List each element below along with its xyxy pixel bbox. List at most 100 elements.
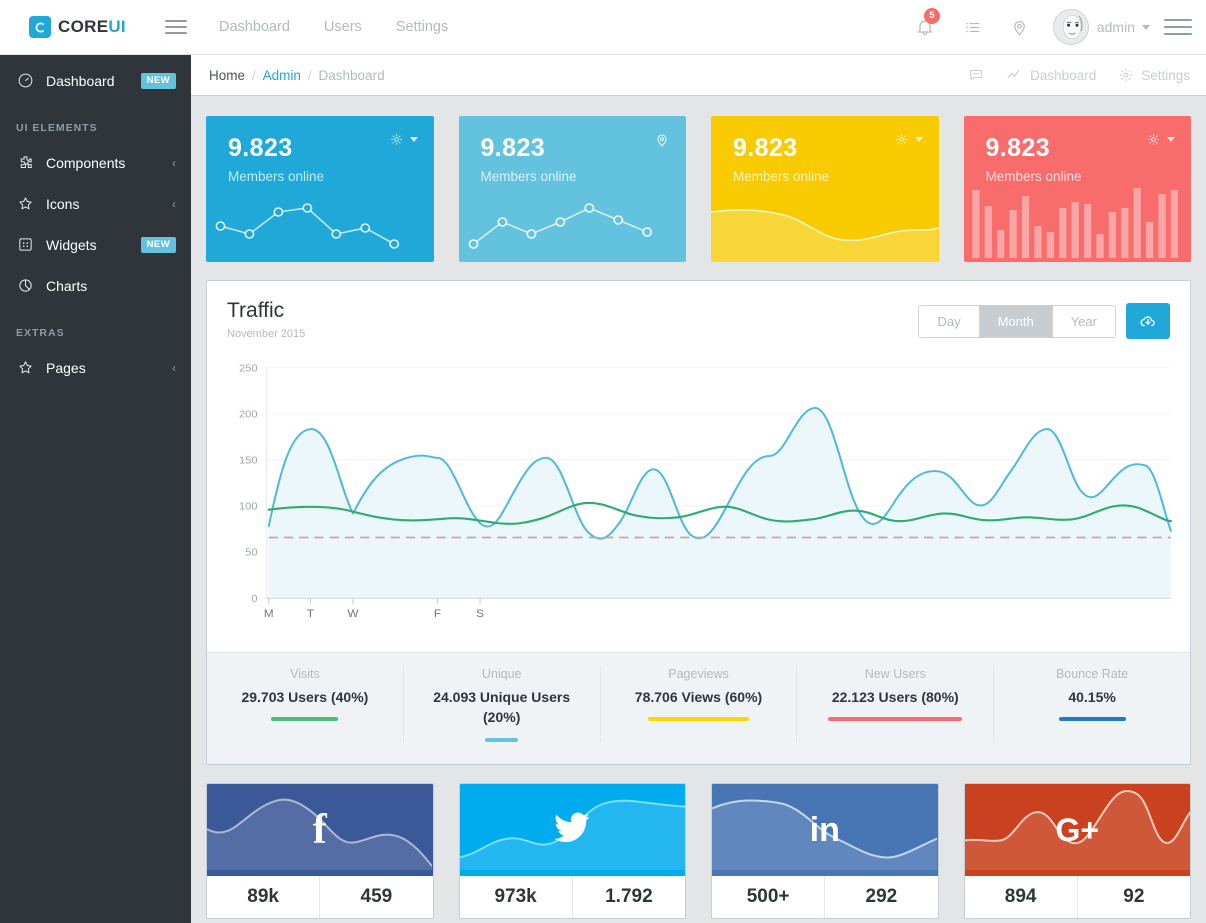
navbar-links: Dashboard Users Settings xyxy=(219,19,448,35)
main-content: 9.823 Members online 9.823 Members onlin… xyxy=(191,96,1206,923)
stat-card-location-button[interactable] xyxy=(654,132,670,148)
traffic-stat-visits: Visits 29.703 Users (40%) xyxy=(207,667,403,742)
breadcrumb-action-dashboard[interactable]: Dashboard xyxy=(1006,67,1096,84)
aside-toggle-button[interactable] xyxy=(1164,14,1192,40)
nav-link-users[interactable]: Users xyxy=(324,19,362,35)
breadcrumb-admin[interactable]: Admin xyxy=(263,68,301,83)
social-stat-contacts: 500+ xyxy=(746,885,790,907)
social-card-stats: 894 92 xyxy=(965,875,1191,918)
social-stat-followers: 894 xyxy=(1004,885,1037,907)
svg-text:S: S xyxy=(476,608,484,620)
traffic-stat-unique: Unique 24.093 Unique Users (20%) xyxy=(402,667,600,742)
svg-text:50: 50 xyxy=(245,547,257,559)
breadcrumb-action-settings[interactable]: Settings xyxy=(1118,67,1190,83)
brand-text: COREUI xyxy=(58,17,126,36)
breadcrumb-action-label: Dashboard xyxy=(1030,67,1097,83)
sidebar-item-pages[interactable]: Pages ‹ xyxy=(0,347,191,388)
traffic-stat-bar xyxy=(648,717,749,722)
stat-card-sparkline xyxy=(215,203,400,249)
traffic-stat-bar-track xyxy=(615,717,783,722)
stat-card-menu-button[interactable] xyxy=(1146,132,1175,147)
notifications-button[interactable]: 5 xyxy=(902,0,949,55)
traffic-card: Traffic November 2015 Day Month Year 250… xyxy=(206,280,1191,765)
svg-text:0: 0 xyxy=(251,593,257,605)
tasks-button[interactable] xyxy=(949,0,996,55)
traffic-stat-label: Unique xyxy=(481,667,522,681)
traffic-chart-area: 250 200 150 100 50 0 M T W F S xyxy=(207,340,1190,652)
sidebar-item-label: Icons xyxy=(46,195,80,212)
social-card-google-plus: G+ 894 92 xyxy=(963,782,1191,919)
sidebar-item-dashboard[interactable]: Dashboard NEW xyxy=(0,60,191,101)
sidebar-item-label: Pages xyxy=(46,359,86,376)
stat-card-members-red: 9.823 Members online xyxy=(963,116,1191,262)
sidebar: Dashboard NEW UI ELEMENTS Components ‹ I… xyxy=(0,55,191,923)
social-card-linkedin: in 500+ 292 xyxy=(711,782,939,919)
nav-link-settings[interactable]: Settings xyxy=(396,19,448,35)
navbar-right-tools: 5 admin xyxy=(902,0,1206,55)
avatar[interactable] xyxy=(1052,9,1089,45)
sidebar-item-components[interactable]: Components ‹ xyxy=(0,142,191,183)
traffic-title: Traffic xyxy=(227,299,285,322)
twitter-bird-icon xyxy=(551,806,593,853)
range-button-month[interactable]: Month xyxy=(979,305,1053,337)
social-card-chart-header: in xyxy=(712,783,938,876)
traffic-card-header: Traffic November 2015 Day Month Year xyxy=(207,281,1190,340)
sidebar-toggle-button[interactable] xyxy=(155,16,197,38)
breadcrumb-home[interactable]: Home xyxy=(209,68,245,83)
social-card-stats: 500+ 292 xyxy=(712,875,938,918)
stat-cards-row: 9.823 Members online 9.823 Members onlin… xyxy=(206,116,1191,262)
chevron-down-icon[interactable] xyxy=(1142,24,1150,30)
traffic-subtitle: November 2015 xyxy=(227,328,306,340)
traffic-stat-label: Bounce Rate xyxy=(1055,667,1129,681)
stat-card-menu-button[interactable] xyxy=(389,132,418,147)
sidebar-item-label: Widgets xyxy=(46,236,97,253)
nav-link-dashboard[interactable]: Dashboard xyxy=(219,19,290,35)
user-name-label[interactable]: admin xyxy=(1097,19,1135,35)
traffic-stat-bar xyxy=(828,717,963,722)
traffic-stat-bar xyxy=(484,737,519,742)
star-icon xyxy=(16,195,34,213)
facebook-icon: f xyxy=(312,806,327,853)
svg-text:150: 150 xyxy=(239,455,258,467)
social-card-chart-header: G+ xyxy=(964,783,1190,876)
social-card-stats: 89k 459 xyxy=(207,875,433,918)
sidebar-item-label: Charts xyxy=(46,277,88,294)
traffic-stat-new-users: New Users 22.123 Users (80%) xyxy=(796,667,993,742)
speedometer-icon xyxy=(16,72,34,90)
sidebar-item-icons[interactable]: Icons ‹ xyxy=(0,183,191,224)
sidebar-item-label: Dashboard xyxy=(46,72,115,89)
breadcrumb-action-comment[interactable] xyxy=(968,67,984,83)
comment-icon xyxy=(970,69,983,81)
chevron-down-icon xyxy=(409,137,418,142)
traffic-stat-bar-track xyxy=(811,717,979,722)
stat-card-value: 9.823 xyxy=(228,134,293,162)
sidebar-badge-new: NEW xyxy=(140,236,176,253)
range-button-day[interactable]: Day xyxy=(919,305,980,337)
stat-card-members-lightblue: 9.823 Members online xyxy=(458,116,686,262)
calculator-icon xyxy=(16,236,34,254)
social-stat-followers: 89k xyxy=(247,885,279,907)
sidebar-item-widgets[interactable]: Widgets NEW xyxy=(0,224,191,265)
stat-card-sparkline xyxy=(468,203,652,249)
chevron-down-icon xyxy=(914,137,923,142)
social-card-facebook: f 89k 459 xyxy=(206,782,434,919)
gear-icon xyxy=(895,134,907,145)
svg-text:200: 200 xyxy=(239,409,258,421)
traffic-stat-value: 40.15% xyxy=(1068,689,1116,705)
location-button[interactable] xyxy=(996,0,1043,55)
notification-badge: 5 xyxy=(923,7,940,24)
stat-card-menu-button[interactable] xyxy=(894,132,923,147)
gear-icon xyxy=(1148,134,1159,145)
stat-card-members-blue: 9.823 Members online xyxy=(206,116,434,262)
range-button-year[interactable]: Year xyxy=(1052,305,1115,337)
avatar-image xyxy=(1053,10,1088,44)
download-button[interactable] xyxy=(1126,303,1170,339)
brand-logo[interactable]: COREUI xyxy=(0,0,155,55)
stat-card-area-chart xyxy=(711,182,939,262)
traffic-controls: Day Month Year xyxy=(918,299,1170,339)
sidebar-item-charts[interactable]: Charts xyxy=(0,265,191,306)
traffic-stat-value: 78.706 Views (60%) xyxy=(634,689,763,705)
location-pin-icon xyxy=(1014,20,1025,35)
sidebar-badge-new: NEW xyxy=(140,72,176,89)
coreui-logo-icon xyxy=(29,16,52,38)
